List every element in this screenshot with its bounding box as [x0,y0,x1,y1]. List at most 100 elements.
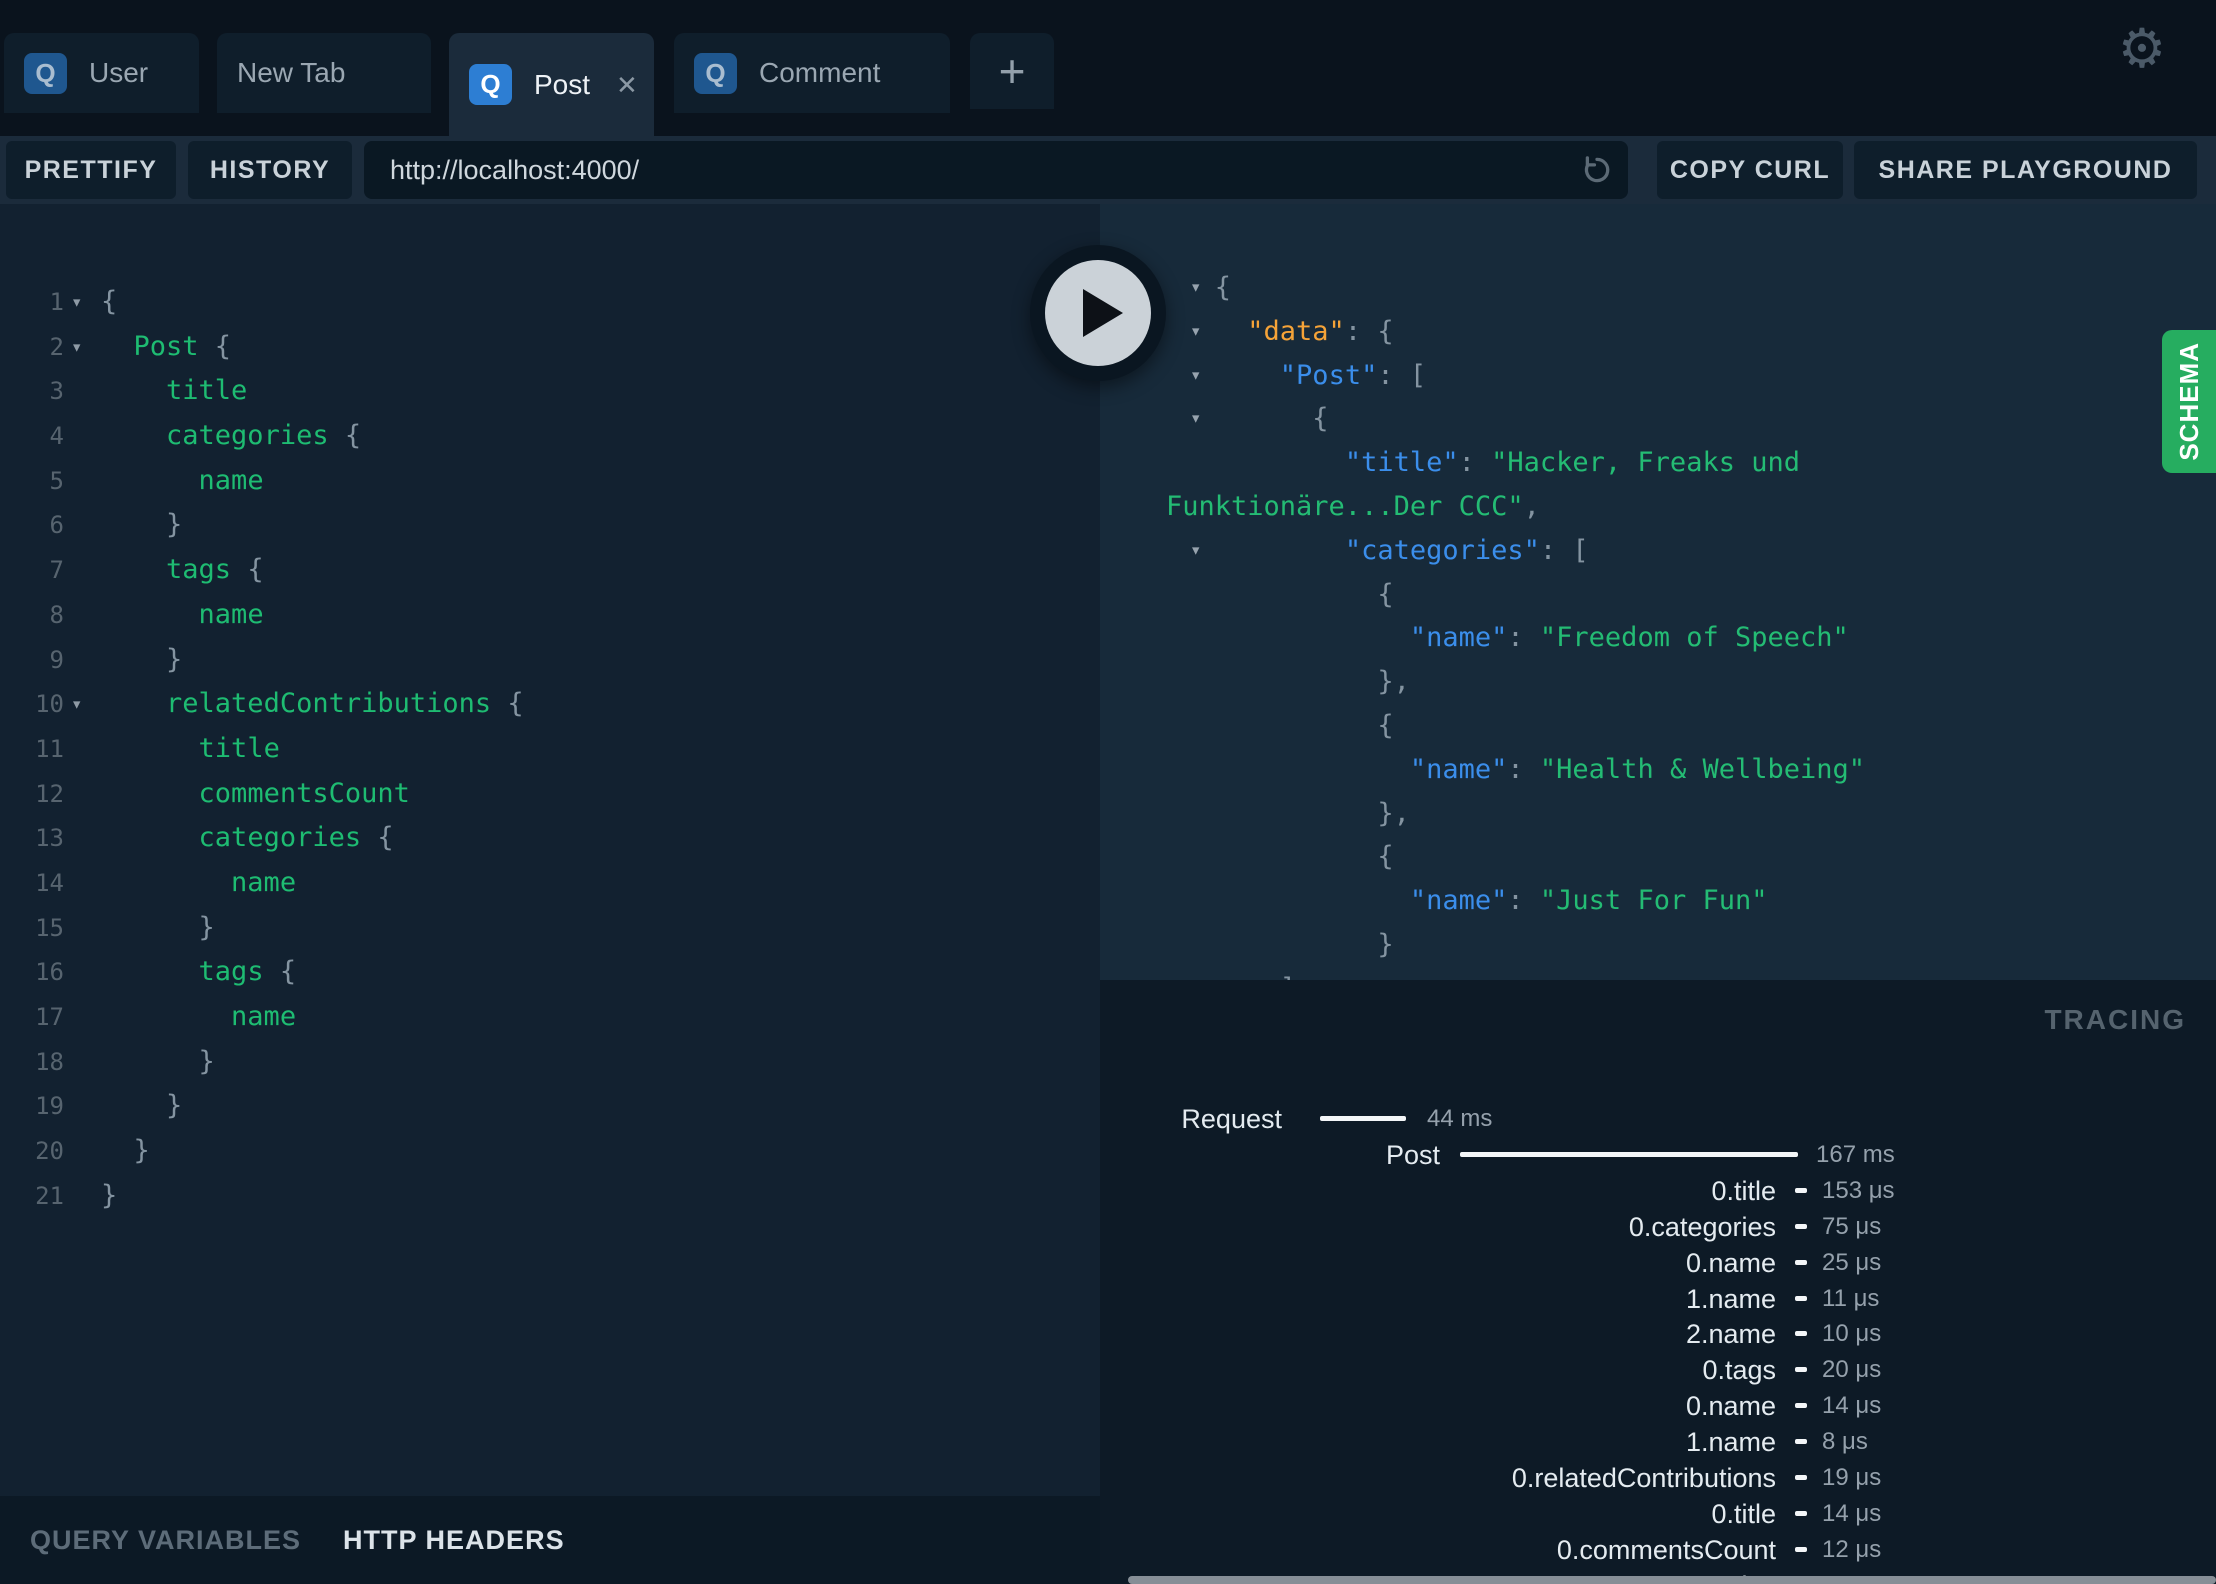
code-token: commentsCount [198,777,410,809]
tracing-row-label: 2.name [1685,1319,1776,1350]
line-number: 9 [49,645,64,674]
code-token: } [101,1179,118,1211]
editor-code: } [101,638,182,683]
tab-post[interactable]: Q Post ✕ [449,33,654,136]
tracing-row-label: 1.name [1685,1283,1776,1314]
fold-arrow-icon[interactable]: ▾ [64,682,101,727]
query-variables-tab[interactable]: QUERY VARIABLES [30,1525,301,1556]
endpoint-url-input[interactable]: http://localhost:4000/ [364,141,1628,199]
tracing-row-time: 14 μs [1822,1392,1882,1420]
fold-arrow-slot [64,906,101,951]
editor-line: 15 } [0,906,1100,951]
editor-code: title [101,727,280,772]
tab-new-tab[interactable]: New Tab [217,33,431,113]
code-token: : [1507,885,1540,917]
query-badge-icon: Q [694,52,737,94]
tracing-row: 0.name 25 μs [1100,1245,2216,1281]
line-number: 4 [49,422,64,451]
editor-code: categories { [101,414,361,459]
response-line: "title": "Hacker, Freaks und [1166,441,1865,485]
tab-comment[interactable]: Q Comment [674,33,950,113]
settings-button[interactable]: ⚙ [2112,16,2172,80]
prettify-button[interactable]: PRETTIFY [6,141,176,199]
fold-arrow-slot [64,727,101,772]
code-token: "Just For Fun" [1539,885,1768,917]
execute-query-button[interactable] [1030,245,1166,381]
code-token: : { [1344,315,1394,347]
tracing-row-time: 12 μs [1822,1535,1882,1563]
tracing-horizontal-scrollbar[interactable] [1128,1576,2216,1584]
tracing-row-label: 0.name [1685,1391,1776,1422]
schema-tab-button[interactable]: SCHEMA [2162,330,2216,473]
code-token: "title" [1344,447,1459,479]
code-token: } [101,643,183,675]
fold-arrow-slot [64,414,101,459]
share-playground-button[interactable]: SHARE PLAYGROUND [1854,141,2197,199]
endpoint-url-value: http://localhost:4000/ [390,154,640,185]
tab-user[interactable]: Q User [4,33,199,113]
line-number: 8 [49,600,64,629]
editor-code: commentsCount [101,772,410,817]
editor-line: 6 } [0,503,1100,548]
code-token: { [263,956,297,988]
response-line: ▾ { [1166,266,1865,310]
code-token: : [1507,622,1540,654]
tab-label: Post [534,68,591,100]
response-line: { [1166,835,1865,879]
history-button[interactable]: HISTORY [188,141,352,199]
close-icon[interactable]: ✕ [616,72,638,98]
code-token: { [101,286,118,317]
code-token: name [198,464,264,496]
fold-arrow-icon[interactable]: ▾ [1190,397,1201,441]
code-token: name [231,866,297,898]
tracing-row: 0.title 14 μs [1100,1496,2216,1532]
fold-arrow-icon[interactable]: ▾ [64,325,101,370]
editor-code: tags { [101,548,264,593]
editor-code: name [101,995,296,1040]
fold-arrow-icon[interactable]: ▾ [1190,266,1201,310]
tracing-row: Post 167 ms [1100,1137,2216,1173]
add-tab-button[interactable]: + [970,33,1054,109]
response-line: }, [1166,792,1865,836]
fold-arrow-slot [64,503,101,548]
fold-arrow-icon[interactable]: ▾ [1190,529,1201,573]
tracing-row-time: 20 μs [1822,1356,1882,1384]
line-number: 14 [35,868,64,897]
line-number: 15 [35,913,64,942]
editor-code: { [101,280,117,325]
response-line: "name": "Just For Fun" [1166,879,1865,923]
response-line: }, [1166,660,1865,704]
editor-line: 13 categories { [0,816,1100,861]
response-line: } [1166,923,1865,967]
tracing-row: 1.name 8 μs [1100,1424,2216,1460]
query-editor-pane[interactable]: 1 ▾{2 ▾ Post {3 title 4 categories {5 name 6… [0,204,1100,1496]
editor-line: 10 ▾ relatedContributions { [0,682,1100,727]
fold-arrow-icon[interactable]: ▾ [64,280,101,325]
http-headers-tab[interactable]: HTTP HEADERS [343,1525,565,1556]
line-number: 11 [35,734,64,763]
reload-icon[interactable] [1580,153,1614,187]
code-token: "name" [1409,753,1508,785]
tracing-duration-bar [1320,1116,1406,1121]
tracing-row: 2.name 10 μs [1100,1316,2216,1352]
editor-code: } [101,1174,117,1219]
editor-code: name [101,861,296,906]
tracing-row-time: 10 μs [1822,1320,1882,1348]
copy-curl-button[interactable]: COPY CURL [1657,141,1843,199]
code-token: "name" [1409,622,1508,654]
line-number: 16 [35,958,64,987]
fold-arrow-slot [64,369,101,414]
tracing-tick-bar [1795,1223,1807,1229]
editor-code: } [101,1084,182,1129]
fold-arrow-icon[interactable]: ▾ [1190,354,1201,398]
fold-arrow-icon[interactable]: ▾ [1190,310,1201,354]
line-number: 17 [35,1003,64,1031]
gear-icon: ⚙ [2117,16,2167,80]
